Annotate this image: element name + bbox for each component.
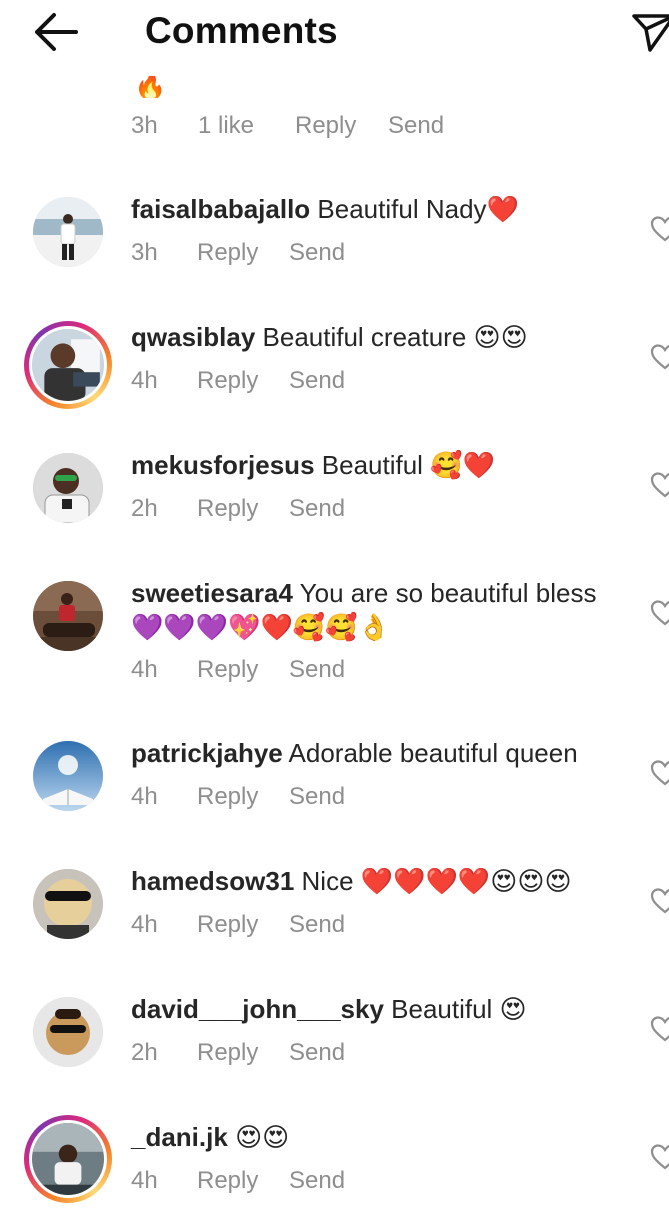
reply-button[interactable]: Reply bbox=[197, 783, 258, 811]
comment-username[interactable]: faisalbabajallo bbox=[131, 194, 310, 224]
paper-plane-icon[interactable] bbox=[628, 6, 669, 54]
comment-meta: 4h Reply Send bbox=[0, 783, 669, 813]
comment-text: faisalbabajallo Beautiful Nady❤️ bbox=[131, 192, 636, 226]
comment-text: david___john___sky Beautiful 😍 bbox=[131, 992, 636, 1026]
heart-outline-icon[interactable] bbox=[650, 343, 669, 371]
likes-count[interactable]: 1 like bbox=[198, 112, 254, 140]
send-button[interactable]: Send bbox=[289, 1167, 345, 1195]
heart-outline-icon[interactable] bbox=[650, 887, 669, 915]
reply-button[interactable]: Reply bbox=[197, 911, 258, 939]
send-button[interactable]: Send bbox=[289, 367, 345, 395]
comment-text: _dani.jk 😍😍 bbox=[131, 1120, 636, 1154]
page-title: Comments bbox=[145, 10, 338, 51]
comment-time: 2h bbox=[131, 1039, 158, 1066]
comment-time: 4h bbox=[131, 911, 158, 938]
heart-outline-icon[interactable] bbox=[650, 471, 669, 499]
comment-username[interactable]: david___john___sky bbox=[131, 994, 384, 1024]
comment-meta: 3h Reply Send bbox=[0, 239, 669, 269]
send-button[interactable]: Send bbox=[289, 783, 345, 811]
comment-username[interactable]: mekusforjesus bbox=[131, 450, 315, 480]
heart-outline-icon[interactable] bbox=[650, 759, 669, 787]
send-button[interactable]: Send bbox=[289, 495, 345, 523]
back-arrow-icon[interactable] bbox=[30, 10, 82, 54]
comment-body: Nice ❤️❤️❤️❤️😍😍😍 bbox=[301, 866, 572, 896]
reply-button[interactable]: Reply bbox=[197, 367, 258, 395]
avatar-image bbox=[33, 581, 103, 651]
comment-body: Beautiful 😍 bbox=[391, 994, 527, 1024]
comment-meta: 2h Reply Send bbox=[0, 1039, 669, 1069]
reply-button[interactable]: Reply bbox=[295, 112, 356, 140]
send-button[interactable]: Send bbox=[289, 656, 345, 684]
comment-meta: 4h Reply Send bbox=[0, 367, 669, 397]
send-button[interactable]: Send bbox=[388, 112, 444, 140]
comment-username[interactable]: patrickjahye bbox=[131, 738, 283, 768]
reply-button[interactable]: Reply bbox=[197, 656, 258, 684]
reply-button[interactable]: Reply bbox=[197, 239, 258, 267]
comment-time: 4h bbox=[131, 656, 158, 683]
reply-button[interactable]: Reply bbox=[197, 1167, 258, 1195]
heart-outline-icon[interactable] bbox=[650, 1015, 669, 1043]
header-bar: Comments bbox=[0, 0, 669, 62]
comment-body: Beautiful 🥰❤️ bbox=[321, 450, 495, 480]
comment-time: 3h bbox=[131, 112, 158, 139]
heart-outline-icon[interactable] bbox=[650, 599, 669, 627]
comment-username[interactable]: _dani.jk bbox=[131, 1122, 228, 1152]
comment-body: 😍😍 bbox=[235, 1122, 290, 1152]
comment-meta: 2h Reply Send bbox=[0, 495, 669, 525]
comment-body: Adorable beautiful queen bbox=[288, 738, 578, 768]
comment-body: Beautiful creature 😍😍 bbox=[262, 322, 528, 352]
send-button[interactable]: Send bbox=[289, 1039, 345, 1067]
partial-emoji: 🔥 bbox=[134, 76, 162, 98]
comment-text: mekusforjesus Beautiful 🥰❤️ bbox=[131, 448, 636, 482]
reply-button[interactable]: Reply bbox=[197, 1039, 258, 1067]
comment-text: sweetiesara4 You are so beautiful bless … bbox=[131, 576, 636, 644]
previous-comment-meta: 3h 1 like Reply Send bbox=[0, 112, 669, 142]
heart-outline-icon[interactable] bbox=[650, 215, 669, 243]
comment-username[interactable]: sweetiesara4 bbox=[131, 578, 293, 608]
avatar-photo bbox=[33, 581, 103, 651]
comment-text: patrickjahye Adorable beautiful queen bbox=[131, 736, 636, 770]
comment-time: 2h bbox=[131, 495, 158, 522]
comment-meta: 4h Reply Send bbox=[0, 656, 669, 686]
avatar[interactable] bbox=[30, 578, 106, 654]
comment-time: 4h bbox=[131, 783, 158, 810]
comment-time: 3h bbox=[131, 239, 158, 266]
comment-text: hamedsow31 Nice ❤️❤️❤️❤️😍😍😍 bbox=[131, 864, 636, 898]
comment-username[interactable]: hamedsow31 bbox=[131, 866, 294, 896]
comment-time: 4h bbox=[131, 1167, 158, 1194]
comment-body: Beautiful Nady❤️ bbox=[317, 194, 519, 224]
comment-time: 4h bbox=[131, 367, 158, 394]
send-button[interactable]: Send bbox=[289, 239, 345, 267]
heart-outline-icon[interactable] bbox=[650, 1143, 669, 1171]
comment-meta: 4h Reply Send bbox=[0, 1167, 669, 1197]
reply-button[interactable]: Reply bbox=[197, 495, 258, 523]
comment-username[interactable]: qwasiblay bbox=[131, 322, 255, 352]
comment-meta: 4h Reply Send bbox=[0, 911, 669, 941]
send-button[interactable]: Send bbox=[289, 911, 345, 939]
comment-text: qwasiblay Beautiful creature 😍😍 bbox=[131, 320, 636, 354]
